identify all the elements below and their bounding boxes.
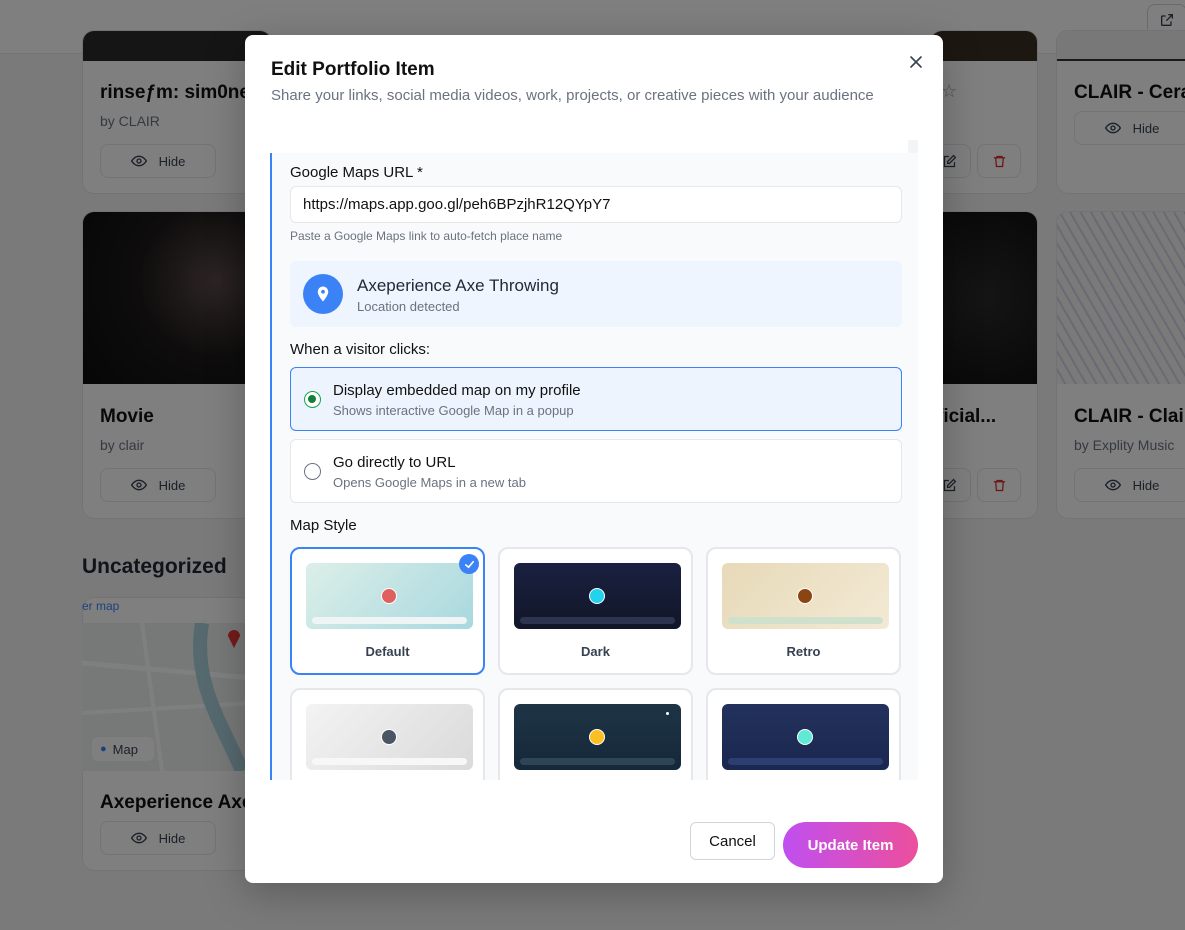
radio-selected[interactable]	[304, 391, 321, 408]
map-style-default[interactable]: Default	[290, 547, 485, 675]
map-style-label: Map Style	[290, 517, 357, 534]
location-badge	[303, 274, 343, 314]
style-preview-bar	[728, 617, 883, 624]
dialog-description: Share your links, social media videos, w…	[271, 87, 874, 104]
place-name: Axeperience Axe Throwing	[357, 276, 559, 295]
option-direct-url[interactable]: Go directly to URL Opens Google Maps in …	[290, 439, 902, 503]
style-preview	[306, 704, 473, 770]
style-preview	[514, 563, 681, 629]
style-marker	[797, 729, 813, 745]
dialog-title: Edit Portfolio Item	[271, 59, 435, 80]
style-name: Dark	[581, 644, 610, 659]
map-pin-icon	[317, 286, 329, 302]
map-style-light[interactable]	[290, 688, 485, 780]
style-preview-bar	[520, 758, 675, 765]
edit-portfolio-dialog: Edit Portfolio Item Share your links, so…	[245, 35, 943, 883]
form-scroll-area[interactable]: Google Maps URL * Paste a Google Maps li…	[270, 153, 918, 780]
style-marker	[797, 588, 813, 604]
style-marker	[589, 729, 605, 745]
place-status: Location detected	[357, 299, 460, 314]
style-preview-bar	[520, 617, 675, 624]
style-preview	[722, 704, 889, 770]
option-title: Go directly to URL	[333, 454, 456, 471]
style-name: Retro	[786, 644, 821, 659]
style-marker	[381, 588, 397, 604]
visitor-action-label: When a visitor clicks:	[290, 341, 431, 358]
update-item-button[interactable]: Update Item	[783, 822, 918, 868]
url-hint: Paste a Google Maps link to auto-fetch p…	[290, 229, 563, 243]
selected-check	[459, 554, 479, 574]
style-marker	[381, 729, 397, 745]
style-preview	[306, 563, 473, 629]
radio-unselected[interactable]	[304, 463, 321, 480]
style-preview-bar	[312, 758, 467, 765]
check-icon	[464, 560, 474, 568]
style-marker	[589, 588, 605, 604]
style-preview-bar	[728, 758, 883, 765]
style-preview	[514, 704, 681, 770]
star-decoration	[666, 712, 669, 715]
map-style-blue[interactable]	[706, 688, 901, 780]
detected-place-card: Axeperience Axe Throwing Location detect…	[290, 261, 902, 327]
close-icon	[910, 56, 922, 68]
style-name: Default	[365, 644, 410, 659]
map-style-night[interactable]	[498, 688, 693, 780]
style-preview	[722, 563, 889, 629]
url-label: Google Maps URL *	[290, 164, 423, 181]
style-preview-bar	[312, 617, 467, 624]
close-button[interactable]	[905, 51, 927, 73]
map-style-dark[interactable]: Dark	[498, 547, 693, 675]
google-maps-url-input[interactable]	[290, 186, 902, 223]
option-title: Display embedded map on my profile	[333, 382, 581, 399]
option-subtitle: Opens Google Maps in a new tab	[333, 475, 526, 490]
option-embedded-map[interactable]: Display embedded map on my profile Shows…	[290, 367, 902, 431]
map-style-retro[interactable]: Retro	[706, 547, 901, 675]
option-subtitle: Shows interactive Google Map in a popup	[333, 403, 574, 418]
cancel-button[interactable]: Cancel	[690, 822, 775, 860]
